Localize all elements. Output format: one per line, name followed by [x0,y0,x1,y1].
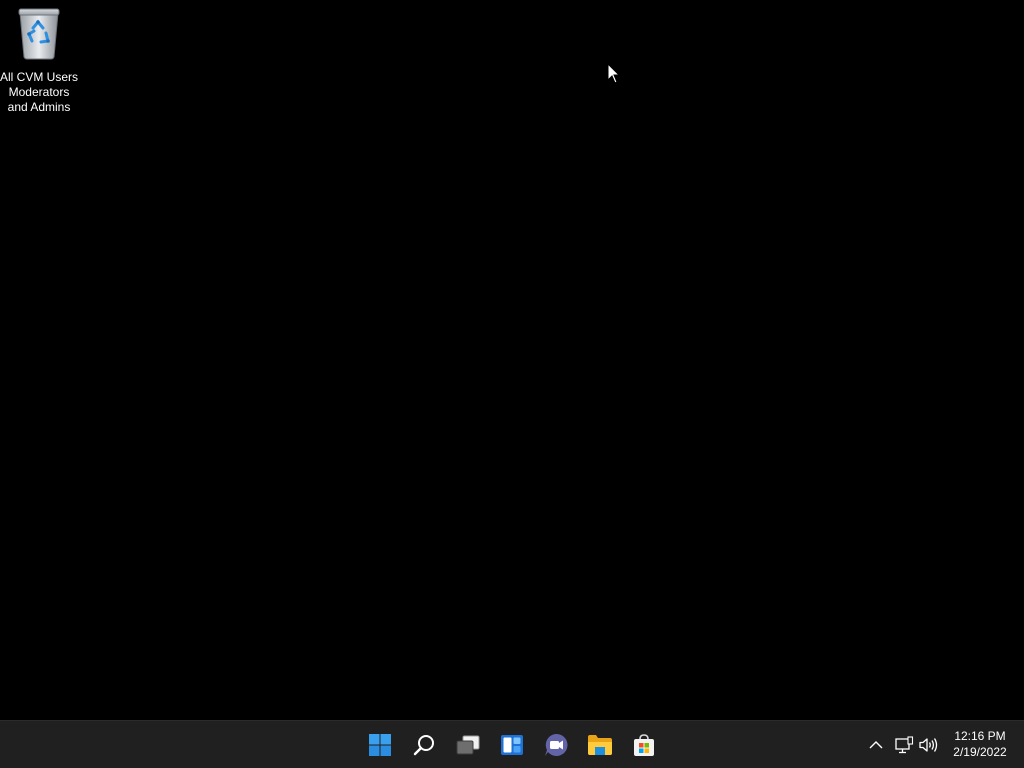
chat-button[interactable] [536,725,576,765]
network-tray-button[interactable] [892,721,916,768]
mouse-cursor-icon [607,63,621,84]
volume-icon [919,737,938,752]
desktop-icon-recycle-bin[interactable]: All CVM Users Moderators and Admins [0,6,78,115]
task-view-button[interactable] [448,725,488,765]
network-icon [895,735,914,753]
taskbar-clock[interactable]: 12:16 PM 2/19/2022 [944,728,1016,760]
search-icon [413,735,434,756]
search-button[interactable] [404,725,444,765]
folder-icon [588,735,612,755]
task-view-icon [456,735,480,755]
windows-logo-icon [369,734,391,756]
taskbar: 12:16 PM 2/19/2022 [0,720,1024,768]
widgets-button[interactable] [492,725,532,765]
file-explorer-button[interactable] [580,725,620,765]
desktop-icon-label: All CVM Users Moderators and Admins [0,70,79,114]
chevron-up-icon [869,740,883,748]
clock-time: 12:16 PM [954,729,1006,743]
volume-tray-button[interactable] [916,721,940,768]
microsoft-store-button[interactable] [624,725,664,765]
show-hidden-icons-button[interactable] [864,721,888,768]
start-button[interactable] [360,725,400,765]
widgets-icon [501,735,523,755]
store-icon [634,734,654,756]
desktop[interactable]: All CVM Users Moderators and Admins [0,0,1024,720]
recycle-bin-icon [15,6,63,62]
teams-chat-icon [545,733,568,756]
clock-date: 2/19/2022 [953,745,1007,759]
